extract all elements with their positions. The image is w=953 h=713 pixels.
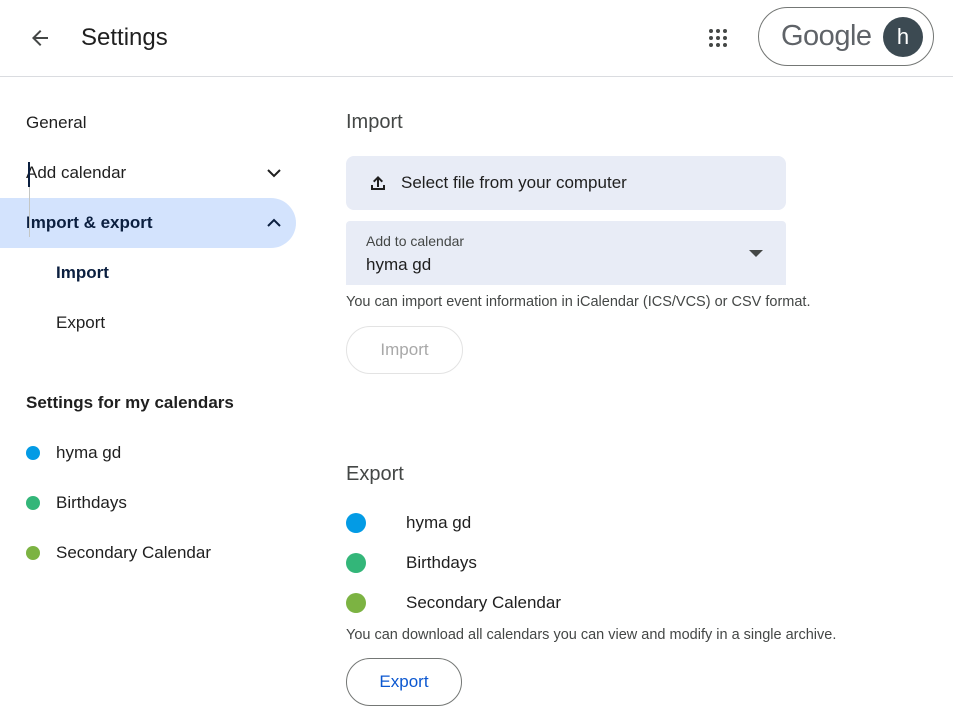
calendar-color-dot: [26, 446, 40, 460]
sidebar-calendar-hyma-gd[interactable]: hyma gd: [0, 428, 296, 478]
sidebar-calendar-secondary[interactable]: Secondary Calendar: [0, 528, 296, 578]
sidebar-calendar-birthdays[interactable]: Birthdays: [0, 478, 296, 528]
avatar: h: [883, 17, 923, 57]
chevron-up-icon: [267, 218, 281, 227]
google-logo: Google: [781, 20, 872, 52]
dropdown-arrow-icon: [749, 250, 763, 257]
sidebar-subitem-label: Export: [56, 313, 106, 332]
calendar-color-dot: [346, 553, 366, 573]
sidebar-item-add-calendar[interactable]: Add calendar: [0, 148, 296, 198]
back-button[interactable]: [20, 18, 60, 58]
export-calendar-label: Birthdays: [406, 553, 477, 572]
app-header: Settings Google h: [0, 0, 953, 77]
sidebar-item-label: Import & export: [26, 213, 153, 232]
calendar-color-dot: [26, 496, 40, 510]
account-button[interactable]: Google h: [758, 7, 934, 66]
select-file-label: Select file from your computer: [401, 173, 627, 192]
sub-nav-active-indicator: [28, 162, 30, 187]
calendar-color-dot: [346, 513, 366, 533]
page-title: Settings: [81, 24, 168, 51]
select-file-button[interactable]: Select file from your computer: [346, 156, 786, 210]
sidebar-subitem-import[interactable]: Import: [30, 248, 296, 298]
import-heading: Import: [346, 111, 403, 133]
export-calendar-item: Birthdays: [346, 543, 786, 583]
calendar-label: Secondary Calendar: [56, 543, 211, 562]
upload-icon: [371, 176, 385, 190]
sidebar-subitem-label: Import: [56, 263, 109, 282]
add-to-calendar-select[interactable]: Add to calendar hyma gd: [346, 221, 786, 285]
import-help-text: You can import event information in iCal…: [346, 294, 811, 310]
apps-grid-icon: [709, 29, 727, 47]
sidebar-subitem-export[interactable]: Export: [30, 298, 296, 348]
import-button[interactable]: Import: [346, 326, 463, 374]
calendar-color-dot: [26, 546, 40, 560]
export-heading: Export: [346, 463, 404, 485]
google-apps-button[interactable]: [698, 18, 738, 58]
export-help-text: You can download all calendars you can v…: [346, 627, 837, 643]
export-calendar-label: hyma gd: [406, 513, 472, 532]
export-calendar-item: hyma gd: [346, 503, 786, 543]
add-to-calendar-value: hyma gd: [366, 255, 432, 274]
calendar-label: Birthdays: [56, 493, 127, 512]
my-calendars-heading: Settings for my calendars: [26, 393, 234, 412]
chevron-down-icon: [267, 169, 281, 178]
export-button[interactable]: Export: [346, 658, 462, 706]
sidebar-item-label: General: [26, 113, 87, 132]
sidebar-item-import-export[interactable]: Import & export: [0, 198, 296, 248]
export-calendar-label: Secondary Calendar: [406, 593, 561, 612]
arrow-back-icon: [32, 30, 48, 46]
add-to-calendar-label: Add to calendar: [366, 233, 465, 249]
calendar-color-dot: [346, 593, 366, 613]
export-calendar-item: Secondary Calendar: [346, 583, 786, 623]
calendar-label: hyma gd: [56, 443, 122, 462]
sidebar-item-label: Add calendar: [26, 163, 127, 182]
sidebar-item-general[interactable]: General: [0, 98, 296, 148]
